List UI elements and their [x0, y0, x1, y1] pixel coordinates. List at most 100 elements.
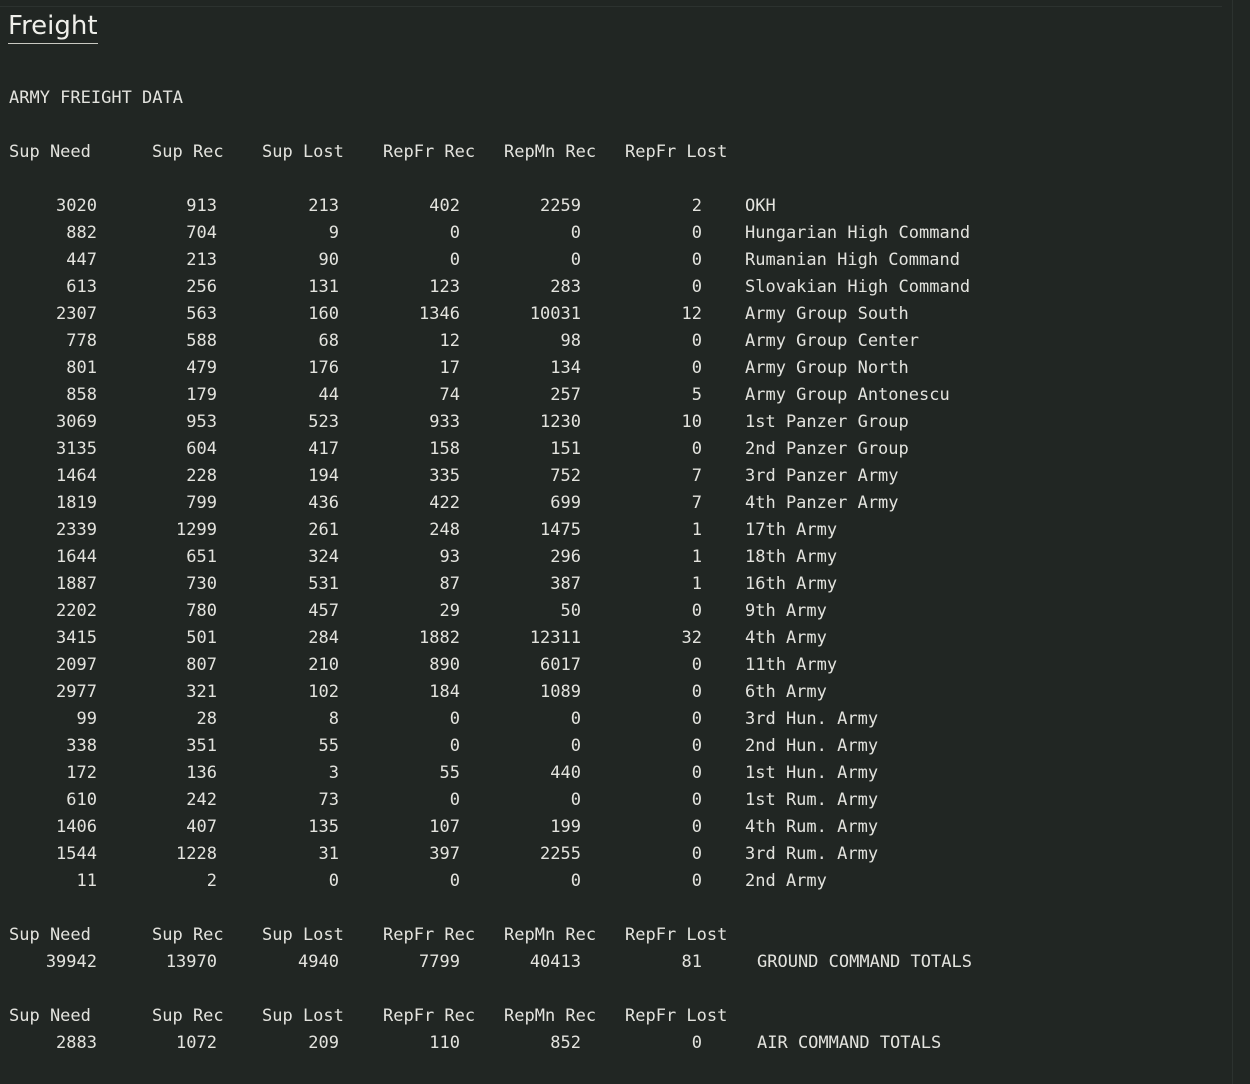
army-row-sup-lost: 135 [308, 817, 339, 837]
army-row-sup-lost: 73 [318, 790, 339, 810]
army-row-repfr-rec: 933 [429, 412, 460, 432]
army-row-sup-need: 3020 [56, 196, 97, 216]
ground-header-repfr-rec: RepFr Rec [383, 925, 476, 945]
right-divider [1232, 0, 1233, 1084]
army-row-sup-lost: 261 [308, 520, 339, 540]
army-header-repfr-rec: RepFr Rec [383, 142, 476, 162]
army-row-sup-need: 1464 [56, 466, 97, 486]
army-row-repfr-lost: 7 [691, 493, 702, 513]
army-row-repmn-rec: 387 [550, 574, 581, 594]
army-row-repmn-rec: 6017 [540, 655, 581, 675]
ground-totals-repfr-lost: 81 [681, 952, 702, 972]
army-row-repfr-rec: 29 [439, 601, 460, 621]
army-header-sup-need: Sup Need [9, 142, 91, 162]
army-row-sup-lost: 324 [308, 547, 339, 567]
air-header-sup-rec: Sup Rec [152, 1006, 224, 1026]
army-row-name: Army Group South [745, 304, 909, 324]
army-row-repfr-rec: 248 [429, 520, 460, 540]
army-row-name: Army Group Center [745, 331, 919, 351]
army-row-sup-rec: 321 [186, 682, 217, 702]
army-row-repmn-rec: 0 [570, 223, 581, 243]
army-row-sup-rec: 228 [186, 466, 217, 486]
air-header-sup-need: Sup Need [9, 1006, 91, 1026]
army-row-sup-rec: 28 [196, 709, 217, 729]
army-row-repmn-rec: 199 [550, 817, 581, 837]
ground-totals-sup-lost: 4940 [298, 952, 339, 972]
army-row-repmn-rec: 2259 [540, 196, 581, 216]
army-row-repfr-lost: 0 [691, 331, 702, 351]
army-row-sup-lost: 417 [308, 439, 339, 459]
army-row-repfr-rec: 184 [429, 682, 460, 702]
army-row-repfr-lost: 0 [691, 871, 702, 891]
army-row-repfr-lost: 1 [691, 574, 702, 594]
section-title: ARMY FREIGHT DATA [9, 88, 183, 108]
army-row-sup-lost: 0 [328, 871, 339, 891]
army-row-sup-rec: 730 [186, 574, 217, 594]
ground-header-sup-need: Sup Need [9, 925, 91, 945]
army-row-repfr-rec: 17 [439, 358, 460, 378]
army-row-sup-rec: 1228 [176, 844, 217, 864]
army-row-sup-rec: 242 [186, 790, 217, 810]
army-header-sup-lost: Sup Lost [262, 142, 344, 162]
army-row-repfr-rec: 1882 [419, 628, 460, 648]
army-row-sup-lost: 194 [308, 466, 339, 486]
army-row-repmn-rec: 12311 [529, 628, 581, 648]
army-row-sup-rec: 704 [186, 223, 217, 243]
army-row-repfr-rec: 402 [429, 196, 460, 216]
army-row-sup-need: 1887 [56, 574, 97, 594]
air-totals-repfr-lost: 0 [691, 1033, 702, 1053]
army-row-sup-rec: 1299 [176, 520, 217, 540]
army-row-repfr-lost: 0 [691, 736, 702, 756]
army-row-repfr-rec: 0 [449, 250, 460, 270]
army-row-sup-lost: 55 [318, 736, 339, 756]
army-header-repfr-lost: RepFr Lost [625, 142, 728, 162]
army-row-repmn-rec: 699 [550, 493, 581, 513]
army-row-name: 3rd Rum. Army [745, 844, 879, 864]
army-row-repfr-rec: 422 [429, 493, 460, 513]
ground-header-sup-lost: Sup Lost [262, 925, 344, 945]
ground-header-sup-rec: Sup Rec [152, 925, 224, 945]
army-row-sup-rec: 588 [186, 331, 217, 351]
army-row-name: 6th Army [745, 682, 827, 702]
army-row-repmn-rec: 0 [570, 790, 581, 810]
army-row-repfr-lost: 5 [691, 385, 702, 405]
army-row-sup-rec: 799 [186, 493, 217, 513]
army-row-repfr-lost: 0 [691, 601, 702, 621]
army-row-repfr-rec: 12 [439, 331, 460, 351]
army-row-repfr-lost: 0 [691, 250, 702, 270]
army-row-repmn-rec: 98 [560, 331, 581, 351]
army-row-repmn-rec: 257 [550, 385, 581, 405]
army-row-name: Hungarian High Command [745, 223, 971, 243]
army-row-repfr-lost: 1 [691, 520, 702, 540]
army-row-sup-lost: 3 [328, 763, 339, 783]
army-row-sup-need: 610 [66, 790, 97, 810]
army-row-sup-lost: 31 [318, 844, 339, 864]
army-row-repfr-lost: 0 [691, 682, 702, 702]
army-row-sup-lost: 90 [318, 250, 339, 270]
army-row-sup-rec: 563 [186, 304, 217, 324]
army-row-sup-need: 3415 [56, 628, 97, 648]
army-row-sup-lost: 457 [308, 601, 339, 621]
air-header-repfr-rec: RepFr Rec [383, 1006, 476, 1026]
air-header-sup-lost: Sup Lost [262, 1006, 344, 1026]
army-row-sup-rec: 953 [186, 412, 217, 432]
army-row-repmn-rec: 1089 [540, 682, 581, 702]
army-row-repfr-rec: 0 [449, 223, 460, 243]
army-row-repfr-lost: 0 [691, 844, 702, 864]
army-row-sup-rec: 913 [186, 196, 217, 216]
army-row-repmn-rec: 50 [560, 601, 581, 621]
army-row-repmn-rec: 0 [570, 709, 581, 729]
top-divider [0, 6, 1222, 7]
army-row-repmn-rec: 151 [550, 439, 581, 459]
army-row-repfr-rec: 1346 [419, 304, 460, 324]
army-row-repfr-lost: 1 [691, 547, 702, 567]
army-row-name: Rumanian High Command [745, 250, 960, 270]
army-row-repfr-lost: 0 [691, 763, 702, 783]
army-row-sup-rec: 136 [186, 763, 217, 783]
army-row-sup-lost: 213 [308, 196, 339, 216]
army-row-sup-need: 801 [66, 358, 97, 378]
army-row-repfr-lost: 0 [691, 439, 702, 459]
army-row-sup-need: 2977 [56, 682, 97, 702]
army-row-sup-lost: 44 [318, 385, 339, 405]
army-row-sup-need: 1819 [56, 493, 97, 513]
